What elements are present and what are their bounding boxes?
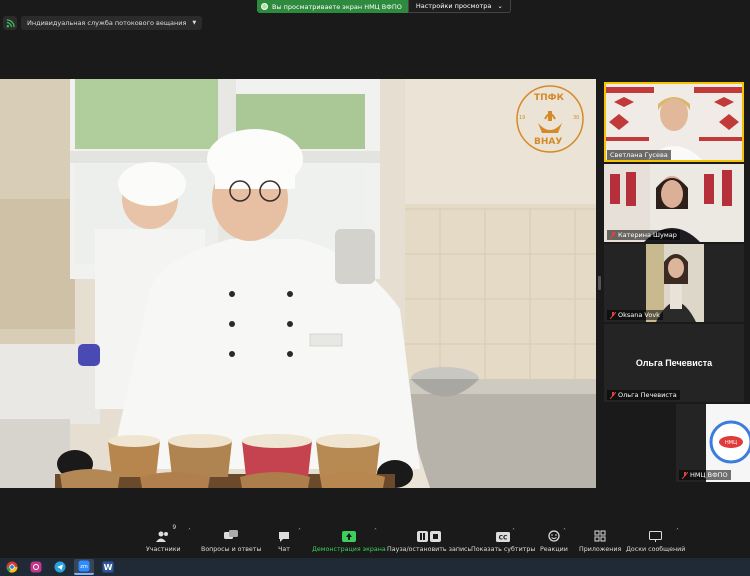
- word-icon[interactable]: W: [98, 559, 118, 575]
- logo-year-right: 30: [573, 115, 580, 121]
- chevron-down-icon: ⌄: [497, 2, 503, 10]
- share-screen-label: Демонстрация экрана: [312, 546, 386, 553]
- participants-count: 9: [172, 524, 177, 531]
- svg-text:W: W: [104, 563, 113, 572]
- shared-screen-video: ТПФК ВНАУ 19 30: [0, 79, 596, 488]
- share-screen-icon: [341, 526, 356, 542]
- share-status-icon: [261, 3, 268, 10]
- apps-label: Приложения: [579, 546, 622, 553]
- live-stream-label: Индивидуальная служба потокового вещания: [27, 19, 187, 27]
- mic-off-icon: [609, 391, 617, 399]
- reactions-icon: [548, 526, 560, 542]
- participants-icon: 9: [156, 524, 176, 542]
- live-stream-indicator[interactable]: Индивидуальная служба потокового вещания…: [3, 16, 203, 30]
- college-logo: ТПФК ВНАУ 19 30: [512, 81, 588, 157]
- participant-name: Ольга Печевиста: [618, 391, 677, 399]
- caret-down-icon: ▼: [192, 20, 197, 26]
- subtitles-caret-icon[interactable]: ˄: [512, 528, 515, 535]
- meeting-toolbar: 9 Участники ˄ Вопросы и ответы Чат ˄ Дем…: [0, 522, 750, 558]
- pause-record-label: Пауза/остановить запись: [387, 546, 472, 553]
- chat-caret-icon[interactable]: ˄: [298, 528, 301, 535]
- participant-name: Светлана Гусева: [610, 151, 668, 159]
- view-options-button[interactable]: Настройки просмотра ⌄: [407, 0, 511, 13]
- qa-icon: [224, 526, 239, 542]
- chat-label: Чат: [278, 546, 290, 553]
- chrome-icon[interactable]: [2, 559, 22, 575]
- participant-name: НМЦ ВФПО: [690, 471, 728, 479]
- share-status: Вы просматриваете экран НМЦ ВФПО: [257, 0, 408, 13]
- apps-icon: [594, 526, 606, 542]
- telegram-icon[interactable]: [50, 559, 70, 575]
- participant-name-tag: Ольга Печевиста: [607, 390, 680, 400]
- whiteboards-caret-icon[interactable]: ˄: [676, 528, 679, 535]
- panel-resize-handle[interactable]: [598, 276, 601, 290]
- participant-name-tag: Светлана Гусева: [607, 150, 671, 160]
- windows-taskbar: zm W: [0, 558, 750, 576]
- logo-bottom-text: ВНАУ: [534, 137, 563, 147]
- participant-name: Oksana Vovk: [618, 311, 660, 319]
- participant-tile[interactable]: Катерина Шумар: [604, 164, 744, 242]
- participant-name-tag: Oksana Vovk: [607, 310, 663, 320]
- qa-label: Вопросы и ответы: [201, 546, 262, 553]
- view-options-label: Настройки просмотра: [415, 2, 492, 10]
- share-caret-icon[interactable]: ˄: [374, 528, 377, 535]
- live-stream-icon: [3, 16, 17, 30]
- mic-off-icon: [681, 471, 689, 479]
- logo-top-text: ТПФК: [534, 93, 564, 103]
- participant-tile[interactable]: Светлана Гусева: [604, 82, 744, 162]
- participants-label: Участники: [146, 546, 181, 553]
- chat-icon: [278, 526, 290, 542]
- svg-text:НМЦ: НМЦ: [725, 440, 737, 446]
- zoom-icon[interactable]: zm: [74, 559, 94, 575]
- zoom-window: Вы просматриваете экран НМЦ ВФПО Настрой…: [0, 0, 750, 576]
- participant-name-tag: Катерина Шумар: [607, 230, 680, 240]
- whiteboard-icon: [649, 526, 663, 542]
- apps-button[interactable]: Приложения: [579, 526, 621, 553]
- participant-tile[interactable]: НМЦ НМЦ ВФПО: [676, 404, 750, 482]
- whiteboards-label: Доски сообщений: [626, 546, 686, 553]
- svg-text:zm: zm: [80, 564, 88, 570]
- pause-record-button[interactable]: Пауза/остановить запись: [387, 526, 471, 553]
- participant-name-tag: НМЦ ВФПО: [679, 470, 731, 480]
- reactions-caret-icon[interactable]: ˄: [563, 528, 566, 535]
- pause-stop-icon: [417, 526, 442, 542]
- kitchen-scene: [0, 79, 596, 488]
- cc-icon: CC: [496, 526, 511, 542]
- subtitles-label: Показать субтитры: [471, 546, 536, 553]
- mic-off-icon: [609, 231, 617, 239]
- share-banner: Вы просматриваете экран НМЦ ВФПО Настрой…: [257, 0, 511, 13]
- participants-caret-icon[interactable]: ˄: [188, 528, 191, 535]
- reactions-label: Реакции: [540, 546, 568, 553]
- participant-tile[interactable]: Oksana Vovk: [604, 244, 744, 322]
- chat-button[interactable]: Чат: [278, 526, 290, 553]
- mic-off-icon: [609, 311, 617, 319]
- participants-button[interactable]: 9 Участники: [146, 524, 181, 553]
- participant-name: Катерина Шумар: [618, 231, 677, 239]
- subtitles-button[interactable]: CC Показать субтитры: [471, 526, 535, 553]
- qa-button[interactable]: Вопросы и ответы: [201, 526, 261, 553]
- participant-tile[interactable]: Ольга Печевиста Ольга Печевиста: [604, 324, 744, 402]
- instagram-icon[interactable]: [26, 559, 46, 575]
- logo-year-left: 19: [519, 115, 526, 121]
- svg-text:CC: CC: [499, 535, 508, 542]
- share-status-text: Вы просматриваете экран НМЦ ВФПО: [272, 2, 402, 11]
